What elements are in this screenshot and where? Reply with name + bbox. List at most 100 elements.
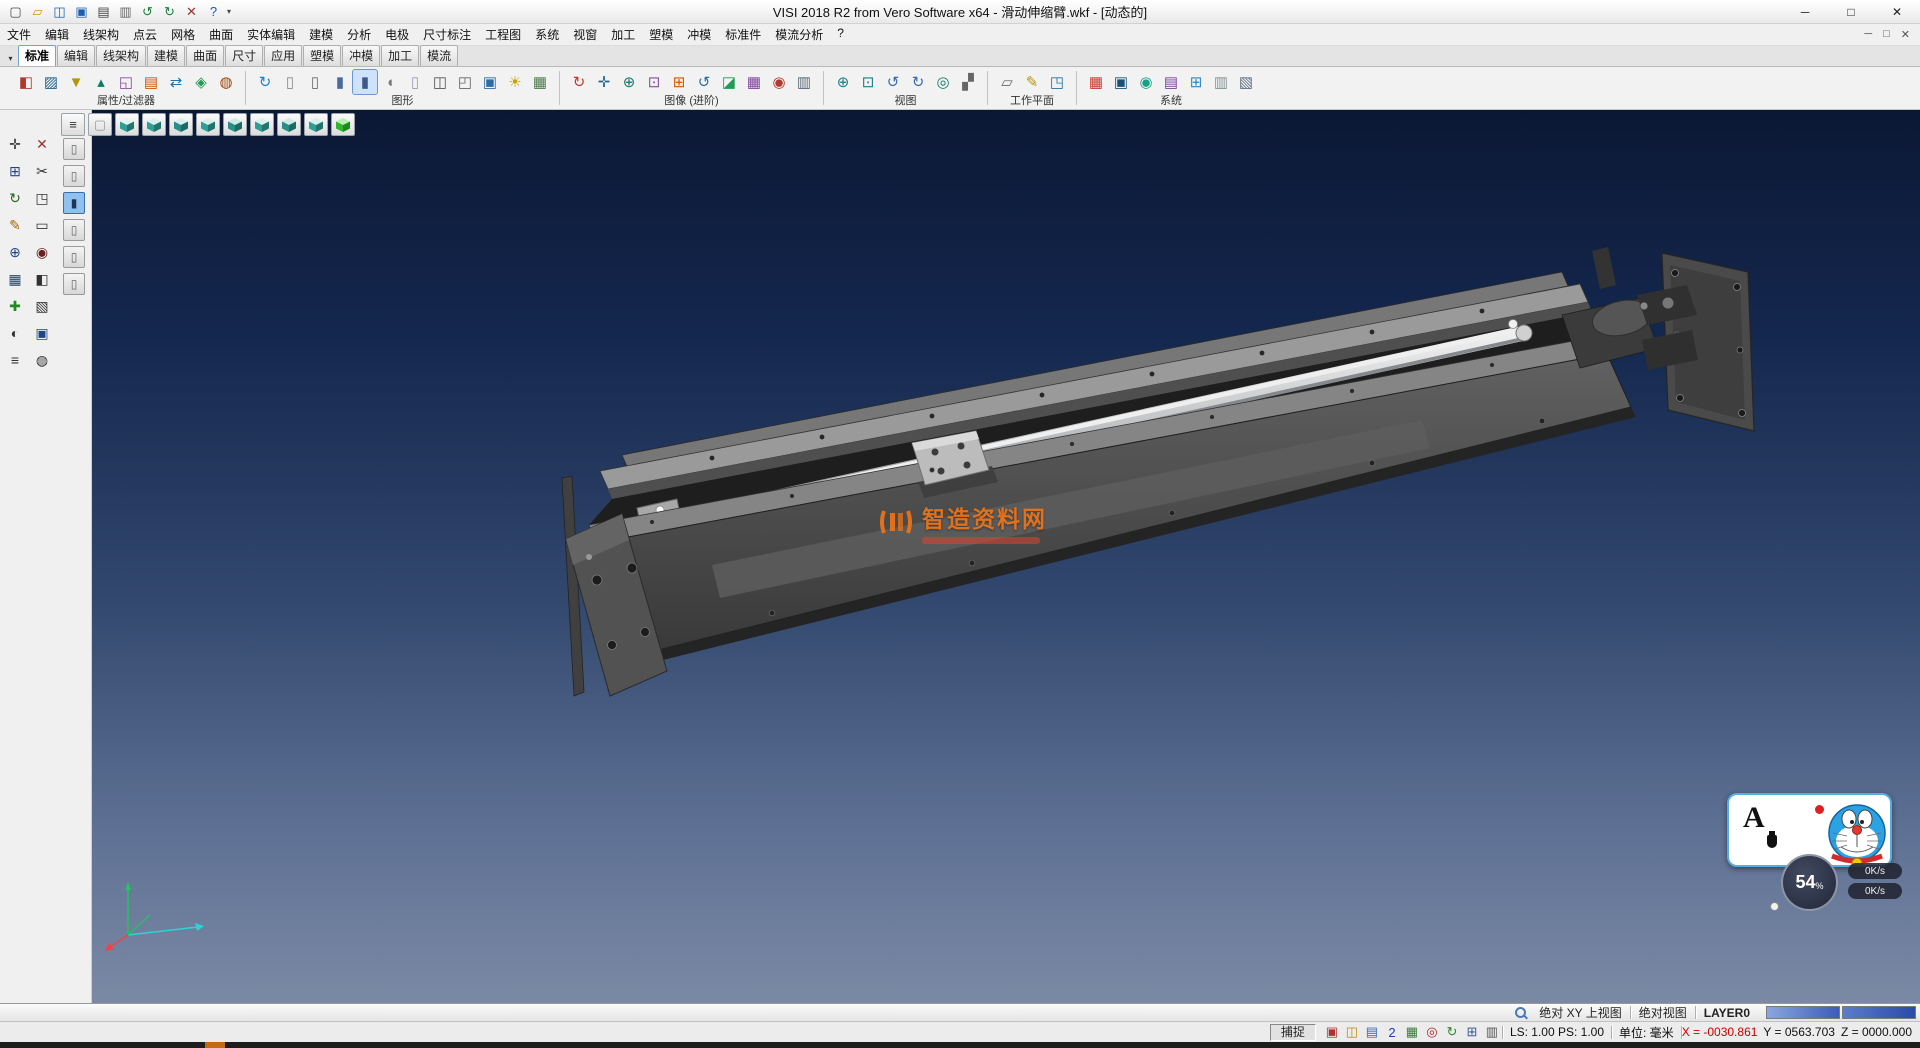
view-back-icon[interactable]	[250, 113, 274, 136]
tab-5[interactable]: 曲面	[186, 45, 224, 66]
menu-item-15[interactable]: 加工	[604, 26, 642, 43]
circle-icon[interactable]: ⊕	[3, 240, 27, 264]
display-mode-3[interactable]: ▮	[63, 192, 85, 214]
material-icon[interactable]: ◍	[30, 348, 54, 372]
tab-4[interactable]: 建模	[147, 45, 185, 66]
menu-item-3[interactable]: 线架构	[76, 26, 126, 43]
view-dynamic-icon[interactable]: ◎	[931, 70, 955, 94]
taskbar-app-icon[interactable]	[205, 1042, 225, 1048]
menu-item-8[interactable]: 建模	[302, 26, 340, 43]
tab-7[interactable]: 应用	[264, 45, 302, 66]
hidden-line-icon[interactable]: ▯	[303, 70, 327, 94]
shaded-icon[interactable]: ▮	[328, 70, 352, 94]
3d-viewport[interactable]: 智造资料网 A	[92, 110, 1920, 1003]
solid-icon[interactable]: ▣	[30, 321, 54, 345]
mdi-restore-button[interactable]: □	[1883, 28, 1890, 41]
globe-icon[interactable]: ◉	[1134, 70, 1158, 94]
list-icon[interactable]: ≡	[3, 348, 27, 372]
menu-item-19[interactable]: 模流分析	[768, 26, 830, 43]
view-left-icon[interactable]	[223, 113, 247, 136]
tab-1[interactable]: 标准	[18, 45, 56, 66]
tab-9[interactable]: 冲模	[342, 45, 380, 66]
gallery-icon[interactable]: ▥	[792, 70, 816, 94]
half-section-icon[interactable]: ◧	[30, 267, 54, 291]
target-icon[interactable]: ◎	[1422, 1024, 1442, 1041]
menu-item-1[interactable]: 文件	[0, 26, 38, 43]
view-top-icon[interactable]	[142, 113, 166, 136]
menu-item-2[interactable]: 编辑	[38, 26, 76, 43]
isolate-icon[interactable]: ◍	[214, 70, 238, 94]
print-status-icon[interactable]: ▤	[1362, 1024, 1382, 1041]
open-file-icon[interactable]: ▱	[27, 3, 48, 21]
section-view-icon[interactable]: ◫	[428, 70, 452, 94]
display-mode-5[interactable]: ▯	[63, 246, 85, 268]
attr-edit-icon[interactable]: ◧	[14, 70, 38, 94]
menu-item-10[interactable]: 电极	[378, 26, 416, 43]
shaded-edges-icon[interactable]: ▮	[353, 70, 377, 94]
layer-label[interactable]: LAYER0	[1696, 1006, 1758, 1020]
multi-view-icon[interactable]: ▦	[742, 70, 766, 94]
swap-attr-icon[interactable]: ⇄	[164, 70, 188, 94]
plane-grid-icon[interactable]: ▧	[1234, 70, 1258, 94]
layer-color-chip[interactable]	[1766, 1006, 1840, 1019]
view-blank-icon[interactable]: ▢	[88, 113, 112, 136]
database-icon[interactable]: ▤	[1159, 70, 1183, 94]
workplane-edit-icon[interactable]: ✎	[1020, 70, 1044, 94]
transparency-icon[interactable]: ▯	[403, 70, 427, 94]
workplane-create-icon[interactable]: ▱	[995, 70, 1019, 94]
redraw-icon[interactable]: ↻	[253, 70, 277, 94]
filter-select-icon[interactable]: ▼	[64, 70, 88, 94]
save-icon[interactable]: ◫	[49, 3, 70, 21]
view-previous-icon[interactable]: ↺	[881, 70, 905, 94]
sketch-icon[interactable]: ✎	[3, 213, 27, 237]
ucs-icon[interactable]: ◳	[30, 186, 54, 210]
mdi-close-button[interactable]: ✕	[1901, 28, 1910, 41]
trim-icon[interactable]: ✂	[30, 159, 54, 183]
menu-item-5[interactable]: 网格	[164, 26, 202, 43]
menu-item-4[interactable]: 点云	[126, 26, 164, 43]
workplane-align-icon[interactable]: ◳	[1045, 70, 1069, 94]
mdi-minimize-button[interactable]: ─	[1864, 28, 1872, 41]
redo-icon[interactable]: ↻	[159, 3, 180, 21]
dynamic-zoom-icon[interactable]: ⊕	[617, 70, 641, 94]
refresh-status-icon[interactable]: ↻	[1442, 1024, 1462, 1041]
color-palette-icon[interactable]: ▦	[1084, 70, 1108, 94]
calculator-icon[interactable]: ⊞	[1184, 70, 1208, 94]
delete-icon[interactable]: ✕	[181, 3, 202, 21]
display-mode-1[interactable]: ▯	[63, 138, 85, 160]
maximize-button[interactable]: □	[1828, 0, 1874, 23]
menu-item-6[interactable]: 曲面	[202, 26, 240, 43]
view-mode-label[interactable]: 绝对 XY 上视图	[1531, 1004, 1629, 1021]
layer-manager-icon[interactable]: ▤	[139, 70, 163, 94]
half-shade-icon[interactable]: ◖	[378, 70, 402, 94]
view-split-icon[interactable]: ▞	[956, 70, 980, 94]
view-shaded-cube-icon[interactable]	[331, 113, 355, 136]
grid-toggle-icon[interactable]: ▦	[1402, 1024, 1422, 1041]
snap-toggle-button[interactable]: 捕捉	[1270, 1024, 1316, 1041]
view-menu-icon[interactable]: ≡	[61, 113, 85, 136]
display-mode-2[interactable]: ▯	[63, 165, 85, 187]
menu-item-9[interactable]: 分析	[340, 26, 378, 43]
count-badge[interactable]: 2	[1382, 1024, 1402, 1041]
close-button[interactable]: ✕	[1874, 0, 1920, 23]
menu-item-20[interactable]: ?	[830, 26, 851, 40]
menu-item-14[interactable]: 视窗	[566, 26, 604, 43]
display-mode-6[interactable]: ▯	[63, 273, 85, 295]
tab-11[interactable]: 模流	[420, 45, 458, 66]
add-icon[interactable]: ✚	[3, 294, 27, 318]
menu-item-12[interactable]: 工程图	[478, 26, 528, 43]
rectangle-icon[interactable]: ▭	[30, 213, 54, 237]
tab-3[interactable]: 线架构	[96, 45, 146, 66]
save-image-icon[interactable]: ◫	[1342, 1024, 1362, 1041]
progress-circle[interactable]: 54%	[1781, 854, 1838, 911]
new-file-icon[interactable]: ▢	[5, 3, 26, 21]
undo-icon[interactable]: ↺	[137, 3, 158, 21]
group-icon[interactable]: ◈	[189, 70, 213, 94]
attr-copy-icon[interactable]: ▨	[39, 70, 63, 94]
dynamic-pan-icon[interactable]: ✛	[592, 70, 616, 94]
zoom-extents-icon[interactable]: ⊞	[667, 70, 691, 94]
view-axonometric-icon[interactable]	[304, 113, 328, 136]
view-front-icon[interactable]	[169, 113, 193, 136]
search-icon[interactable]	[1514, 1006, 1527, 1019]
table-icon[interactable]: ⊞	[1462, 1024, 1482, 1041]
